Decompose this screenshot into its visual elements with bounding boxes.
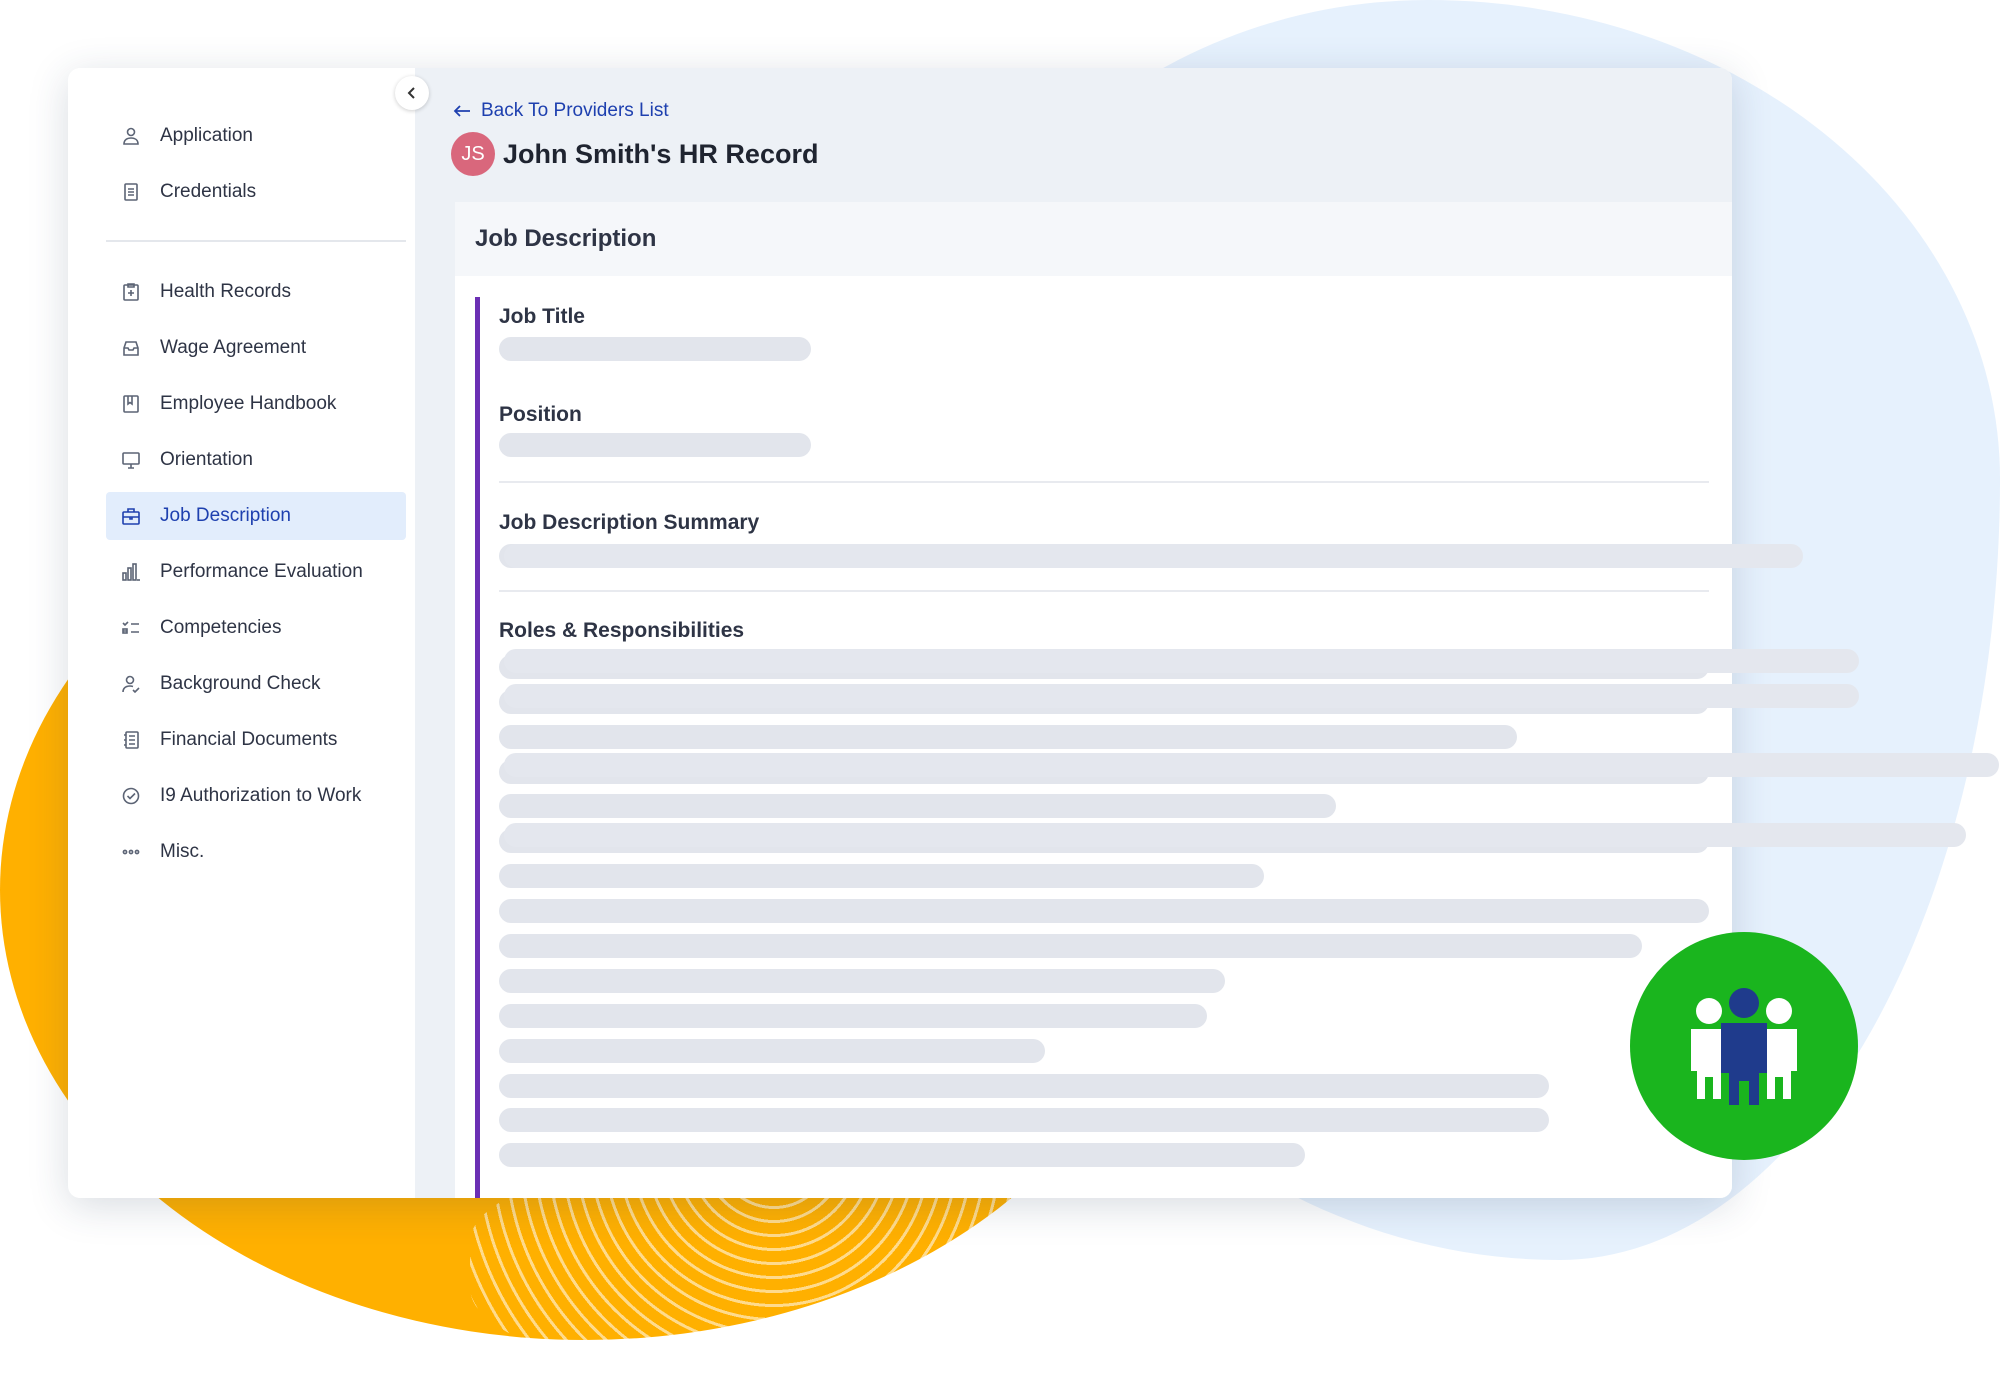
sidebar-item-label: Health Records	[160, 281, 291, 302]
card-body: Job Title Position Job Description Summa…	[475, 297, 1732, 1198]
sidebar-item-application[interactable]: Application	[106, 112, 406, 160]
sidebar: Application Credentials Health Records W…	[78, 68, 415, 1198]
summary-label: Job Description Summary	[499, 511, 760, 534]
roles-placeholder-line	[499, 864, 1264, 888]
sidebar-item-orientation[interactable]: Orientation	[106, 436, 406, 484]
book-icon	[120, 393, 142, 415]
arrow-left-icon	[453, 105, 470, 117]
roles-label: Roles & Responsibilities	[499, 619, 745, 642]
chevron-left-icon	[407, 87, 415, 99]
sidebar-item-label: Performance Evaluation	[160, 561, 363, 582]
document-icon	[120, 181, 142, 203]
sidebar-item-i9-authorization[interactable]: I9 Authorization to Work	[106, 772, 406, 820]
roles-placeholder-line	[499, 969, 1225, 993]
bar-chart-icon	[120, 561, 142, 583]
sidebar-item-job-description[interactable]: Job Description	[106, 492, 406, 540]
roles-placeholder-line	[499, 1074, 1549, 1098]
user-check-icon	[120, 673, 142, 695]
sidebar-item-competencies[interactable]: Competencies	[106, 604, 406, 652]
roles-placeholder-line-overflow	[504, 753, 1999, 777]
sidebar-collapse-button[interactable]	[395, 76, 429, 110]
roles-placeholder-line	[499, 1004, 1207, 1028]
sidebar-item-label: Competencies	[160, 617, 282, 638]
team-people-icon	[1691, 988, 1797, 1105]
section-accent-bar	[475, 297, 480, 1198]
sidebar-item-label: Job Description	[160, 505, 291, 526]
position-placeholder	[499, 433, 811, 457]
roles-placeholder-line	[499, 1039, 1045, 1063]
roles-placeholder-line	[499, 934, 1642, 958]
sidebar-item-health-records[interactable]: Health Records	[106, 268, 406, 316]
sidebar-nav: Application Credentials Health Records W…	[106, 112, 406, 884]
main-content: Back To Providers List JS John Smith's H…	[415, 68, 1732, 1198]
sidebar-item-wage-agreement[interactable]: Wage Agreement	[106, 324, 406, 372]
job-title-label: Job Title	[499, 305, 585, 328]
roles-placeholder-line	[499, 899, 1709, 923]
sidebar-item-financial-documents[interactable]: Financial Documents	[106, 716, 406, 764]
sidebar-item-credentials[interactable]: Credentials	[106, 168, 406, 216]
back-to-providers-link[interactable]: Back To Providers List	[453, 100, 669, 122]
medical-clipboard-icon	[120, 281, 142, 303]
sidebar-item-label: Background Check	[160, 673, 321, 694]
avatar: JS	[451, 132, 495, 176]
sidebar-item-employee-handbook[interactable]: Employee Handbook	[106, 380, 406, 428]
roles-placeholder-line	[499, 794, 1336, 818]
sidebar-item-label: Credentials	[160, 181, 257, 202]
sidebar-divider	[106, 240, 406, 242]
briefcase-icon	[120, 505, 142, 527]
card-title: Job Description	[455, 202, 1732, 276]
team-badge	[1630, 932, 1858, 1160]
sidebar-item-background-check[interactable]: Background Check	[106, 660, 406, 708]
checklist-icon	[120, 617, 142, 639]
position-label: Position	[499, 403, 582, 426]
dots-icon	[120, 841, 142, 863]
roles-placeholder-line-overflow	[504, 684, 1859, 708]
inbox-tray-icon	[120, 337, 142, 359]
roles-placeholder-line-overflow	[504, 823, 1966, 847]
back-link-label: Back To Providers List	[481, 100, 669, 121]
sidebar-item-label: Application	[160, 125, 253, 146]
sidebar-item-label: Employee Handbook	[160, 393, 337, 414]
presentation-board-icon	[120, 449, 142, 471]
user-icon	[120, 125, 142, 147]
roles-placeholder-line	[499, 1143, 1305, 1167]
sidebar-item-label: Orientation	[160, 449, 253, 470]
check-circle-icon	[120, 785, 142, 807]
page-header: JS John Smith's HR Record	[451, 132, 818, 176]
sidebar-item-label: Wage Agreement	[160, 337, 307, 358]
roles-placeholder-line-overflow	[504, 649, 1859, 673]
sidebar-item-label: Misc.	[160, 841, 205, 862]
sidebar-item-misc[interactable]: Misc.	[106, 828, 406, 876]
sidebar-item-label: I9 Authorization to Work	[160, 785, 362, 806]
summary-placeholder-overflow	[504, 544, 1803, 568]
page-title: John Smith's HR Record	[503, 138, 819, 169]
job-title-placeholder	[499, 337, 811, 361]
roles-placeholder-line	[499, 725, 1517, 749]
sidebar-item-label: Financial Documents	[160, 729, 338, 750]
roles-placeholder-line	[499, 1108, 1549, 1132]
app-window: Application Credentials Health Records W…	[68, 68, 1732, 1198]
sidebar-item-performance-evaluation[interactable]: Performance Evaluation	[106, 548, 406, 596]
ledger-icon	[120, 729, 142, 751]
section-divider	[499, 590, 1709, 592]
section-divider	[499, 481, 1709, 483]
